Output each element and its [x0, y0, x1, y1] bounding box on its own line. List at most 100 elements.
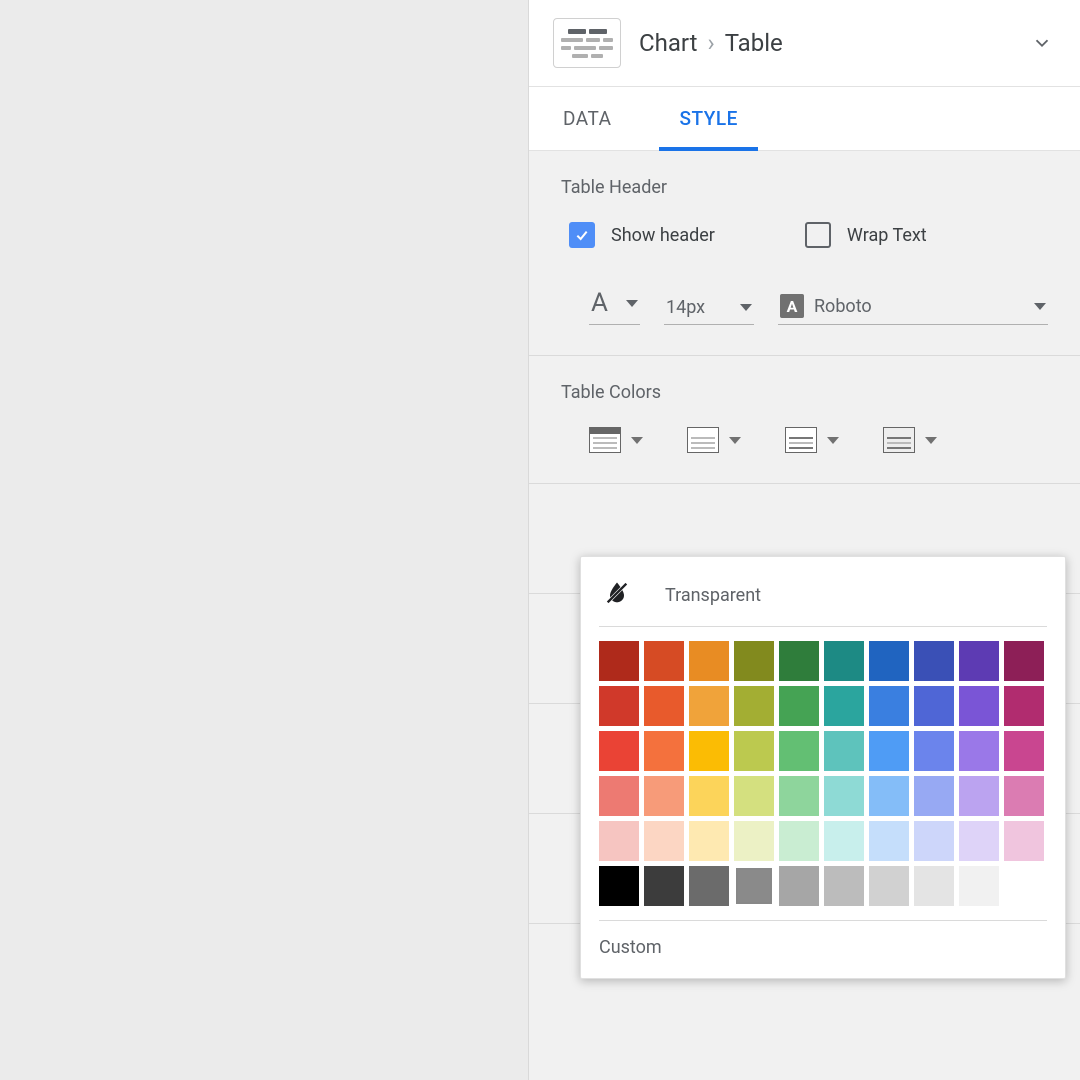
color-swatch[interactable]	[1004, 776, 1044, 816]
color-swatch[interactable]	[869, 686, 909, 726]
tab-style[interactable]: STYLE	[645, 87, 771, 150]
border-color-dropdown[interactable]	[883, 427, 937, 453]
color-swatch[interactable]	[824, 686, 864, 726]
color-swatch[interactable]	[644, 641, 684, 681]
color-swatch[interactable]	[644, 731, 684, 771]
color-swatch[interactable]	[734, 686, 774, 726]
table-alt-row-color-icon	[785, 427, 817, 453]
color-picker-popover: Transparent Custom	[580, 556, 1066, 979]
color-swatch[interactable]	[644, 776, 684, 816]
breadcrumb-chart[interactable]: Chart	[639, 29, 697, 57]
color-swatch[interactable]	[644, 821, 684, 861]
row-color-dropdown[interactable]	[687, 427, 741, 453]
chevron-down-icon	[1034, 303, 1046, 310]
color-swatch[interactable]	[689, 641, 729, 681]
font-family-dropdown[interactable]: A Roboto	[778, 294, 1048, 325]
color-swatch[interactable]	[599, 731, 639, 771]
color-swatch[interactable]	[599, 821, 639, 861]
section-title-table-colors: Table Colors	[529, 382, 1080, 427]
color-swatch[interactable]	[959, 776, 999, 816]
color-swatch[interactable]	[914, 866, 954, 906]
color-swatch[interactable]	[914, 821, 954, 861]
color-swatch[interactable]	[689, 866, 729, 906]
color-swatch[interactable]	[779, 866, 819, 906]
color-swatch[interactable]	[734, 866, 774, 906]
collapse-panel-button[interactable]	[1028, 29, 1056, 57]
transparent-label: Transparent	[665, 585, 761, 606]
alt-row-color-dropdown[interactable]	[785, 427, 839, 453]
color-swatch[interactable]	[734, 731, 774, 771]
table-row-color-icon	[687, 427, 719, 453]
font-color-dropdown[interactable]: A	[589, 288, 640, 325]
text-color-icon: A	[591, 288, 614, 318]
chevron-down-icon	[631, 437, 643, 444]
color-swatch[interactable]	[779, 821, 819, 861]
color-swatch[interactable]	[599, 776, 639, 816]
color-swatch[interactable]	[959, 641, 999, 681]
color-swatch[interactable]	[824, 731, 864, 771]
color-swatch[interactable]	[959, 686, 999, 726]
color-swatch[interactable]	[1004, 641, 1044, 681]
chevron-down-icon	[626, 300, 638, 307]
color-swatch[interactable]	[689, 821, 729, 861]
color-swatch[interactable]	[914, 776, 954, 816]
color-swatch[interactable]	[869, 641, 909, 681]
show-header-checkbox[interactable]	[569, 222, 595, 248]
transparent-option[interactable]: Transparent	[599, 575, 1047, 627]
chevron-down-icon	[729, 437, 741, 444]
color-swatch[interactable]	[779, 641, 819, 681]
color-swatch[interactable]	[1004, 866, 1044, 906]
wrap-text-checkbox[interactable]	[805, 222, 831, 248]
color-swatch[interactable]	[1004, 686, 1044, 726]
font-icon: A	[780, 294, 804, 318]
color-swatch[interactable]	[824, 866, 864, 906]
color-swatch[interactable]	[644, 686, 684, 726]
color-swatch[interactable]	[914, 731, 954, 771]
color-swatch[interactable]	[959, 731, 999, 771]
chevron-down-icon	[740, 304, 752, 311]
table-header-color-icon	[589, 427, 621, 453]
wrap-text-label: Wrap Text	[847, 225, 927, 246]
show-header-label: Show header	[611, 225, 715, 246]
chevron-down-icon	[925, 437, 937, 444]
color-swatch[interactable]	[869, 731, 909, 771]
color-swatch[interactable]	[869, 776, 909, 816]
color-swatch[interactable]	[734, 641, 774, 681]
breadcrumb-table[interactable]: Table	[725, 29, 783, 57]
color-swatch[interactable]	[689, 776, 729, 816]
color-swatch[interactable]	[779, 686, 819, 726]
color-swatch[interactable]	[914, 641, 954, 681]
transparent-icon	[603, 579, 631, 612]
color-swatch[interactable]	[779, 731, 819, 771]
chart-type-icon	[553, 18, 621, 68]
color-swatch[interactable]	[599, 866, 639, 906]
color-swatch[interactable]	[959, 866, 999, 906]
color-swatch[interactable]	[689, 731, 729, 771]
color-swatch[interactable]	[914, 686, 954, 726]
color-swatch[interactable]	[824, 776, 864, 816]
color-swatch[interactable]	[599, 641, 639, 681]
chevron-right-icon: ›	[707, 29, 714, 57]
header-color-dropdown[interactable]	[589, 427, 643, 453]
color-swatch[interactable]	[869, 866, 909, 906]
color-swatch[interactable]	[644, 866, 684, 906]
chevron-down-icon	[827, 437, 839, 444]
color-swatch[interactable]	[779, 776, 819, 816]
color-swatch[interactable]	[824, 641, 864, 681]
color-swatch[interactable]	[869, 821, 909, 861]
font-size-value: 14px	[666, 297, 705, 318]
color-swatch[interactable]	[1004, 821, 1044, 861]
tab-data[interactable]: DATA	[529, 87, 645, 150]
color-swatch[interactable]	[734, 821, 774, 861]
color-swatch[interactable]	[824, 821, 864, 861]
color-swatch[interactable]	[734, 776, 774, 816]
color-swatch[interactable]	[959, 821, 999, 861]
section-title-table-header: Table Header	[529, 177, 1080, 222]
font-family-value: Roboto	[814, 296, 954, 317]
table-border-color-icon	[883, 427, 915, 453]
color-swatch[interactable]	[1004, 731, 1044, 771]
color-swatch[interactable]	[689, 686, 729, 726]
custom-color-option[interactable]: Custom	[599, 921, 1047, 958]
font-size-dropdown[interactable]: 14px	[664, 297, 754, 325]
color-swatch[interactable]	[599, 686, 639, 726]
